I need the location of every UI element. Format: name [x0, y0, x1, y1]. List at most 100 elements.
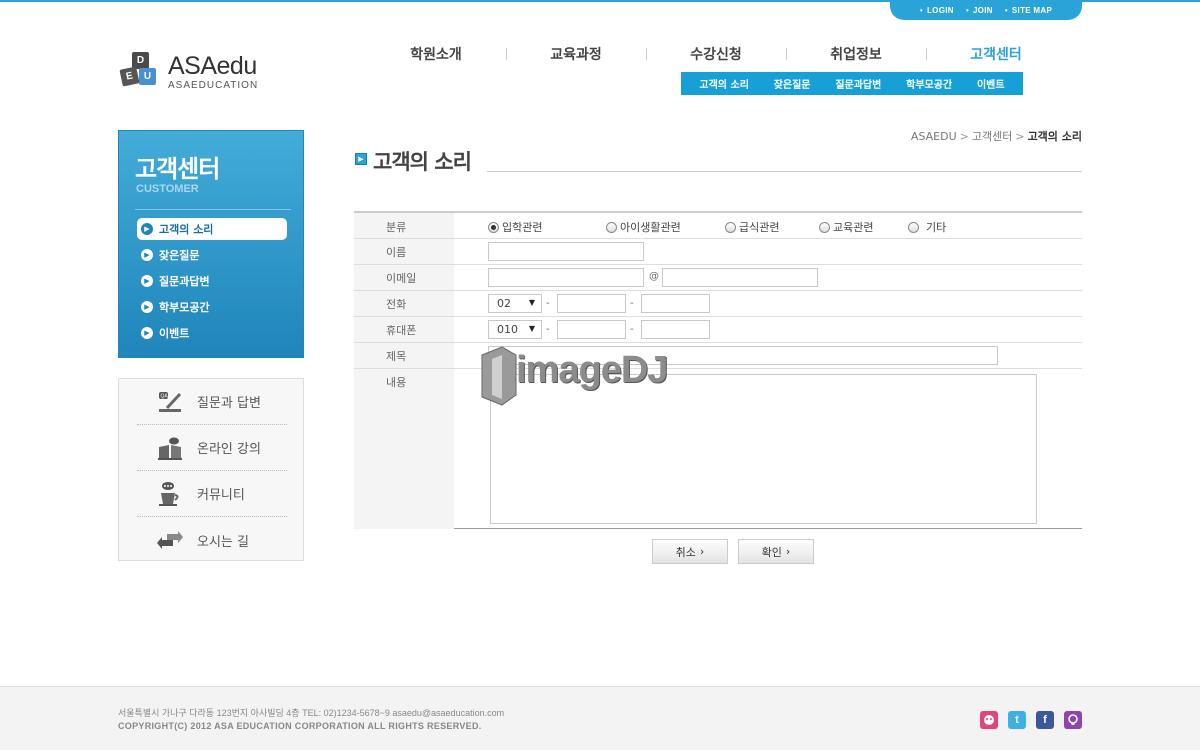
sub-nav-events[interactable]: 이벤트 [977, 76, 1005, 91]
twitter-icon[interactable]: t [1008, 711, 1026, 729]
sub-nav-voice[interactable]: 고객의 소리 [699, 76, 748, 91]
watermark-text: imageDJ [516, 349, 668, 391]
watermark: imageDJ [480, 345, 720, 407]
chevron-right-icon: › [785, 545, 791, 558]
sub-nav-qna[interactable]: 질문과답변 [835, 76, 881, 91]
radio-unchecked-icon [725, 221, 736, 233]
facebook-icon[interactable]: f [1036, 711, 1054, 729]
login-link[interactable]: LOGIN [920, 6, 954, 15]
sub-nav-faq[interactable]: 잦은질문 [774, 76, 811, 91]
quick-link-label: 커뮤니티 [197, 488, 245, 503]
side-menu-item-events[interactable]: ▶ 이벤트 [137, 322, 287, 344]
join-link[interactable]: JOIN [966, 6, 993, 15]
quick-link-online-lecture[interactable]: 온라인 강의 [137, 425, 287, 471]
radio-unchecked-icon [606, 221, 617, 233]
bullet-arrow-icon: ▶ [141, 249, 153, 261]
open-book-icon [158, 437, 182, 460]
cancel-label: 취소 [675, 545, 696, 559]
subject-label: 제목 [386, 350, 407, 363]
mobile-prefix-value: 010 [497, 323, 518, 336]
gnb-item-about[interactable]: 학원소개 [366, 44, 506, 64]
gnb-item-registration[interactable]: 수강신청 [646, 44, 786, 64]
quick-link-label: 질문과 답변 [197, 396, 261, 411]
bullet-arrow-icon: ▶ [141, 275, 153, 287]
quick-link-directions[interactable]: 오시는 길 [137, 517, 287, 563]
me2day-face-icon [984, 715, 994, 725]
category-radio-education[interactable]: 교육관련 [819, 219, 873, 235]
email-at-sign: @ [649, 271, 659, 282]
page-title: 고객의 소리 [373, 150, 472, 174]
side-menu-item-label: 이벤트 [159, 327, 190, 340]
breadcrumb-section[interactable]: 고객센터 [972, 130, 1012, 143]
mobile-middle-input[interactable] [557, 320, 626, 339]
form-row-phone: 전화 02 ▼ - - [354, 291, 1082, 317]
category-radio-child-life[interactable]: 아이생활관련 [606, 219, 681, 235]
email-id-input[interactable] [488, 268, 644, 287]
category-radio-admission[interactable]: 입학관련 [488, 219, 542, 235]
email-domain-input[interactable] [662, 268, 818, 287]
radio-label: 입학관련 [502, 221, 543, 234]
qna-pencil-icon: QA [159, 392, 182, 412]
quick-link-qna[interactable]: QA 질문과 답변 [137, 379, 287, 425]
category-radio-meals[interactable]: 급식관련 [725, 219, 779, 235]
main-nav: 학원소개 교육과정 수강신청 취업정보 고객센터 [366, 44, 1066, 64]
sitemap-link[interactable]: SITE MAP [1005, 6, 1052, 15]
breadcrumb-chevron-icon: > [959, 130, 969, 143]
sub-nav-parents[interactable]: 학부모공간 [906, 76, 952, 91]
utility-nav: LOGIN JOIN SITE MAP [890, 0, 1082, 20]
chevron-right-icon: › [699, 545, 705, 558]
footer-address: 서울특별시 가나구 다라동 123번지 아사빌딩 4층 TEL: 02)1234… [118, 708, 505, 718]
category-radio-other[interactable]: 기타 [908, 219, 946, 235]
side-menu-item-qna[interactable]: ▶ 질문과답변 [137, 270, 287, 292]
side-menu-item-parents[interactable]: ▶ 학부모공간 [137, 296, 287, 318]
dropdown-arrow-icon: ▼ [528, 324, 535, 333]
footer: 서울특별시 가나구 다라동 123번지 아사빌딩 4층 TEL: 02)1234… [0, 686, 1200, 750]
mobile-dash: - [630, 324, 634, 335]
me2day-icon[interactable] [980, 711, 998, 729]
breadcrumb-home[interactable]: ASAEDU [911, 130, 957, 143]
name-label: 이름 [386, 246, 407, 259]
side-menu-item-voice[interactable]: ▶ 고객의 소리 [137, 218, 287, 240]
quick-link-community[interactable]: 커뮤니티 [137, 471, 287, 517]
email-label: 이메일 [386, 272, 417, 285]
side-menu: 고객센터 CUSTOMER ▶ 고객의 소리 ▶ 잦은질문 ▶ 질문과답변 ▶ … [118, 130, 304, 358]
mobile-label: 휴대폰 [386, 324, 417, 337]
watermark-logo-icon [481, 346, 517, 406]
bullet-arrow-icon: ▶ [141, 327, 153, 339]
mobile-last-input[interactable] [641, 320, 710, 339]
gnb-item-customer-center[interactable]: 고객센터 [926, 44, 1066, 64]
side-menu-divider [135, 209, 291, 210]
mobile-prefix-select[interactable]: 010 ▼ [488, 320, 542, 339]
category-label: 분류 [386, 221, 407, 234]
logo-cube-e: E [119, 66, 140, 87]
side-menu-title: 고객센터 [135, 155, 220, 183]
side-menu-subtitle: CUSTOMER [136, 183, 199, 195]
site-logo[interactable]: D E U ASAedu ASAEDUCATION [118, 50, 268, 94]
logo-subtitle: ASAEDUCATION [168, 80, 259, 91]
yozm-icon[interactable] [1064, 711, 1082, 729]
gnb-item-jobs[interactable]: 취업정보 [786, 44, 926, 64]
phone-label: 전화 [386, 298, 407, 311]
direction-arrows-icon [157, 531, 183, 549]
title-underline [487, 171, 1082, 172]
cancel-button[interactable]: 취소 › [652, 539, 728, 564]
breadcrumb-current: 고객의 소리 [1027, 130, 1082, 143]
name-input[interactable] [488, 242, 644, 261]
phone-prefix-select[interactable]: 02 ▼ [488, 294, 542, 313]
quick-link-label: 오시는 길 [197, 534, 249, 550]
confirm-button[interactable]: 확인 › [738, 539, 814, 564]
phone-middle-input[interactable] [557, 294, 626, 313]
phone-last-input[interactable] [641, 294, 710, 313]
form-row-category: 분류 입학관련 아이생활관련 급식관련 교육관련 기타 [354, 213, 1082, 239]
bullet-arrow-icon: ▶ [141, 223, 153, 235]
side-menu-item-faq[interactable]: ▶ 잦은질문 [137, 244, 287, 266]
bullet-arrow-icon: ▶ [141, 301, 153, 313]
side-menu-item-label: 질문과답변 [159, 275, 210, 288]
title-arrow-icon: ▶ [355, 153, 367, 165]
form-row-name: 이름 [354, 239, 1082, 265]
radio-unchecked-icon [819, 221, 830, 233]
logo-cube-u: U [139, 68, 156, 85]
gnb-item-courses[interactable]: 교육과정 [506, 44, 646, 64]
radio-label: 교육관련 [833, 221, 874, 234]
side-menu-item-label: 학부모공간 [159, 301, 210, 314]
